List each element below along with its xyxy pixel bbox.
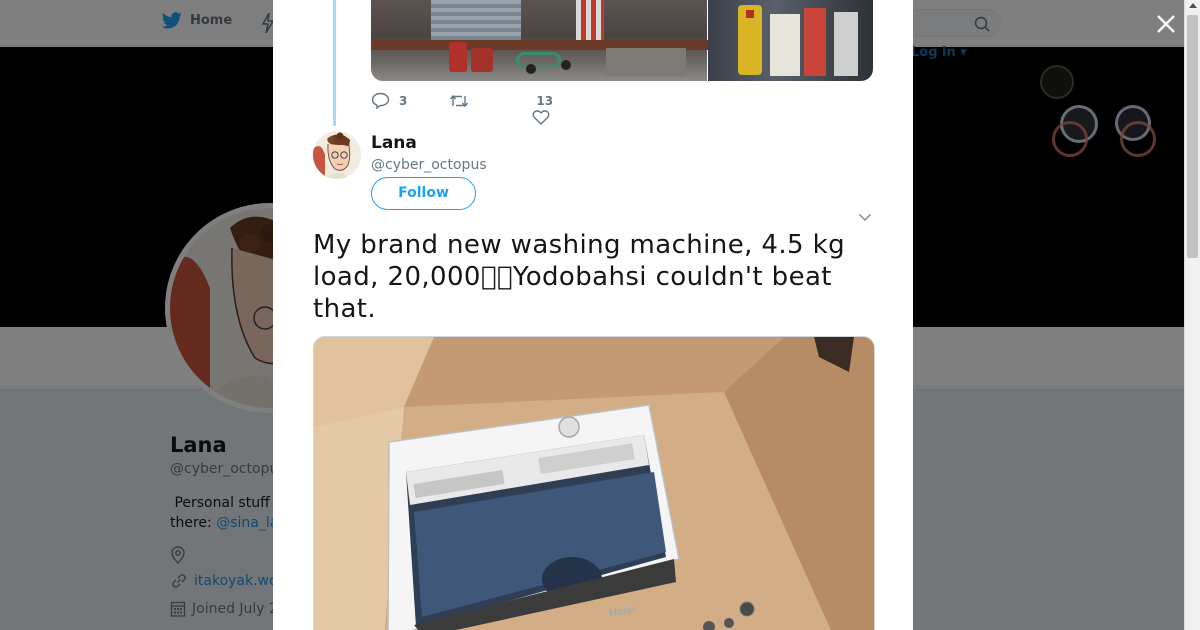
follow-button[interactable]: Follow [371, 177, 476, 210]
previous-tweet-media[interactable] [371, 0, 873, 81]
retweet-icon [450, 94, 469, 107]
reply-count: 3 [399, 93, 408, 108]
like-count: 13 [536, 93, 554, 108]
author-handle[interactable]: @cyber_octopus [371, 157, 487, 173]
tweet-text: My brand new washing machine, 4.5 kg loa… [313, 230, 845, 324]
chevron-down-icon[interactable] [858, 213, 872, 222]
author-avatar[interactable] [313, 131, 361, 179]
tweet-modal: 3 13 Lana @cyber_octopus Follow My brand… [273, 0, 913, 630]
page-scrollbar[interactable] [1184, 0, 1200, 630]
thread-connector-line [333, 0, 336, 126]
scroll-thumb[interactable] [1187, 15, 1198, 258]
close-icon[interactable] [1154, 12, 1178, 36]
scroll-up-arrow[interactable] [1189, 3, 1197, 8]
like-button[interactable]: 13 [532, 93, 554, 125]
author-name[interactable]: Lana [371, 133, 417, 153]
reply-button[interactable]: 3 [371, 92, 407, 109]
retweet-button[interactable] [449, 94, 469, 108]
previous-tweet-photo-1[interactable] [371, 0, 708, 81]
previous-tweet-photo-2[interactable] [708, 0, 873, 81]
tweet-photo[interactable]: Haier [313, 336, 875, 630]
reply-icon [371, 92, 390, 109]
heart-icon [532, 109, 550, 125]
login-link[interactable]: Log in ▾ [911, 45, 967, 60]
previous-tweet-actions: 3 13 [371, 92, 554, 125]
